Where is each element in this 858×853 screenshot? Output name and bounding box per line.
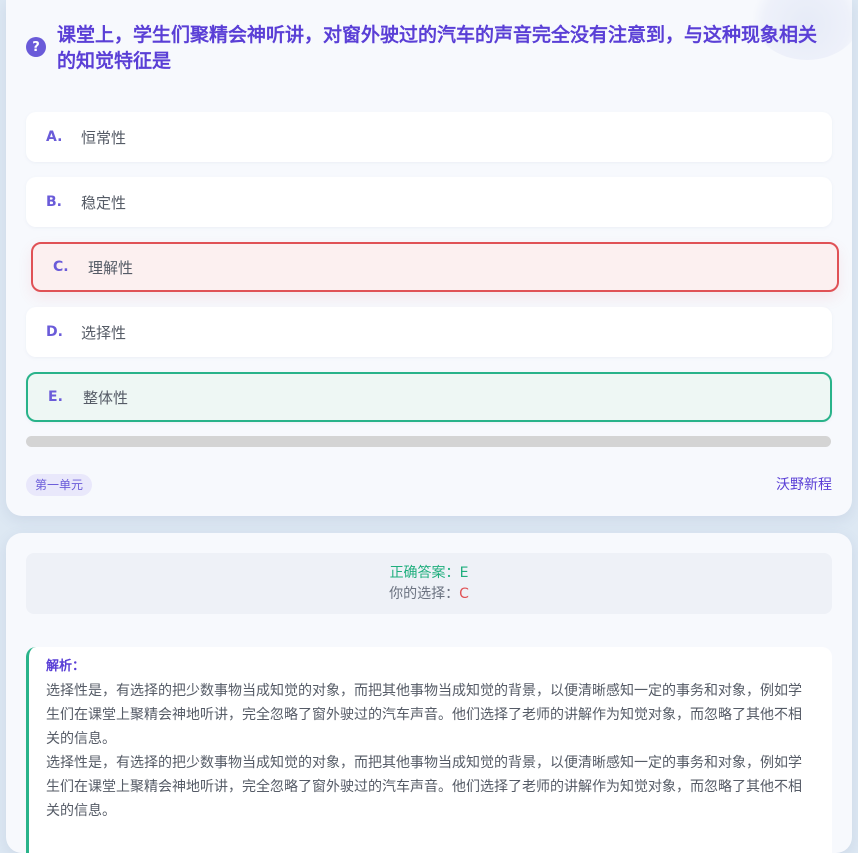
option-letter: D.: [46, 324, 63, 340]
option-letter: C.: [53, 259, 69, 275]
my-choice-line: 你的选择：C: [26, 584, 832, 605]
correct-answer-line: 正确答案：E: [26, 563, 832, 584]
my-choice-value: C: [459, 586, 469, 602]
option-e-correct[interactable]: E. 整体性: [26, 372, 832, 422]
analysis-box: 解析： 选择性是，有选择的把少数事物当成知觉的对象，而把其他事物当成知觉的背景，…: [26, 647, 832, 853]
correct-answer-label: 正确答案：: [389, 565, 460, 581]
analysis-title: 解析：: [46, 659, 86, 674]
question-header: ? 课堂上，学生们聚精会神听讲，对窗外驶过的汽车的声音完全没有注意到，与这种现象…: [26, 22, 826, 74]
option-letter: E.: [48, 389, 63, 405]
option-c-wrong[interactable]: C. 理解性: [31, 242, 839, 292]
answer-result-box: 正确答案：E 你的选择：C: [26, 553, 832, 614]
option-a[interactable]: A. 恒常性: [26, 112, 832, 162]
option-letter: B.: [46, 194, 62, 210]
question-card: ? 课堂上，学生们聚精会神听讲，对窗外驶过的汽车的声音完全没有注意到，与这种现象…: [6, 0, 852, 516]
option-letter: A.: [46, 129, 63, 145]
answer-card: 正确答案：E 你的选择：C 解析： 选择性是，有选择的把少数事物当成知觉的对象，…: [6, 533, 852, 853]
unit-tag: 第一单元: [26, 474, 93, 496]
analysis-paragraph: 选择性是，有选择的把少数事物当成知觉的对象，而把其他事物当成知觉的背景，以便清晰…: [46, 755, 802, 819]
option-text: 稳定性: [81, 193, 127, 212]
option-text: 选择性: [81, 323, 127, 342]
option-b[interactable]: B. 稳定性: [26, 177, 832, 227]
question-circle-icon: ?: [26, 37, 46, 57]
option-text: 理解性: [88, 258, 134, 277]
brand-link[interactable]: 沃野新程: [776, 474, 832, 494]
option-d[interactable]: D. 选择性: [26, 307, 832, 357]
analysis-paragraph: 选择性是，有选择的把少数事物当成知觉的对象，而把其他事物当成知觉的背景，以便清晰…: [46, 683, 802, 747]
option-text: 恒常性: [81, 128, 127, 147]
my-choice-label: 你的选择：: [389, 586, 460, 602]
horizontal-scrollbar[interactable]: [26, 436, 831, 447]
question-text: 课堂上，学生们聚精会神听讲，对窗外驶过的汽车的声音完全没有注意到，与这种现象相关…: [57, 24, 818, 72]
correct-answer-value: E: [459, 565, 469, 581]
option-text: 整体性: [83, 388, 129, 407]
